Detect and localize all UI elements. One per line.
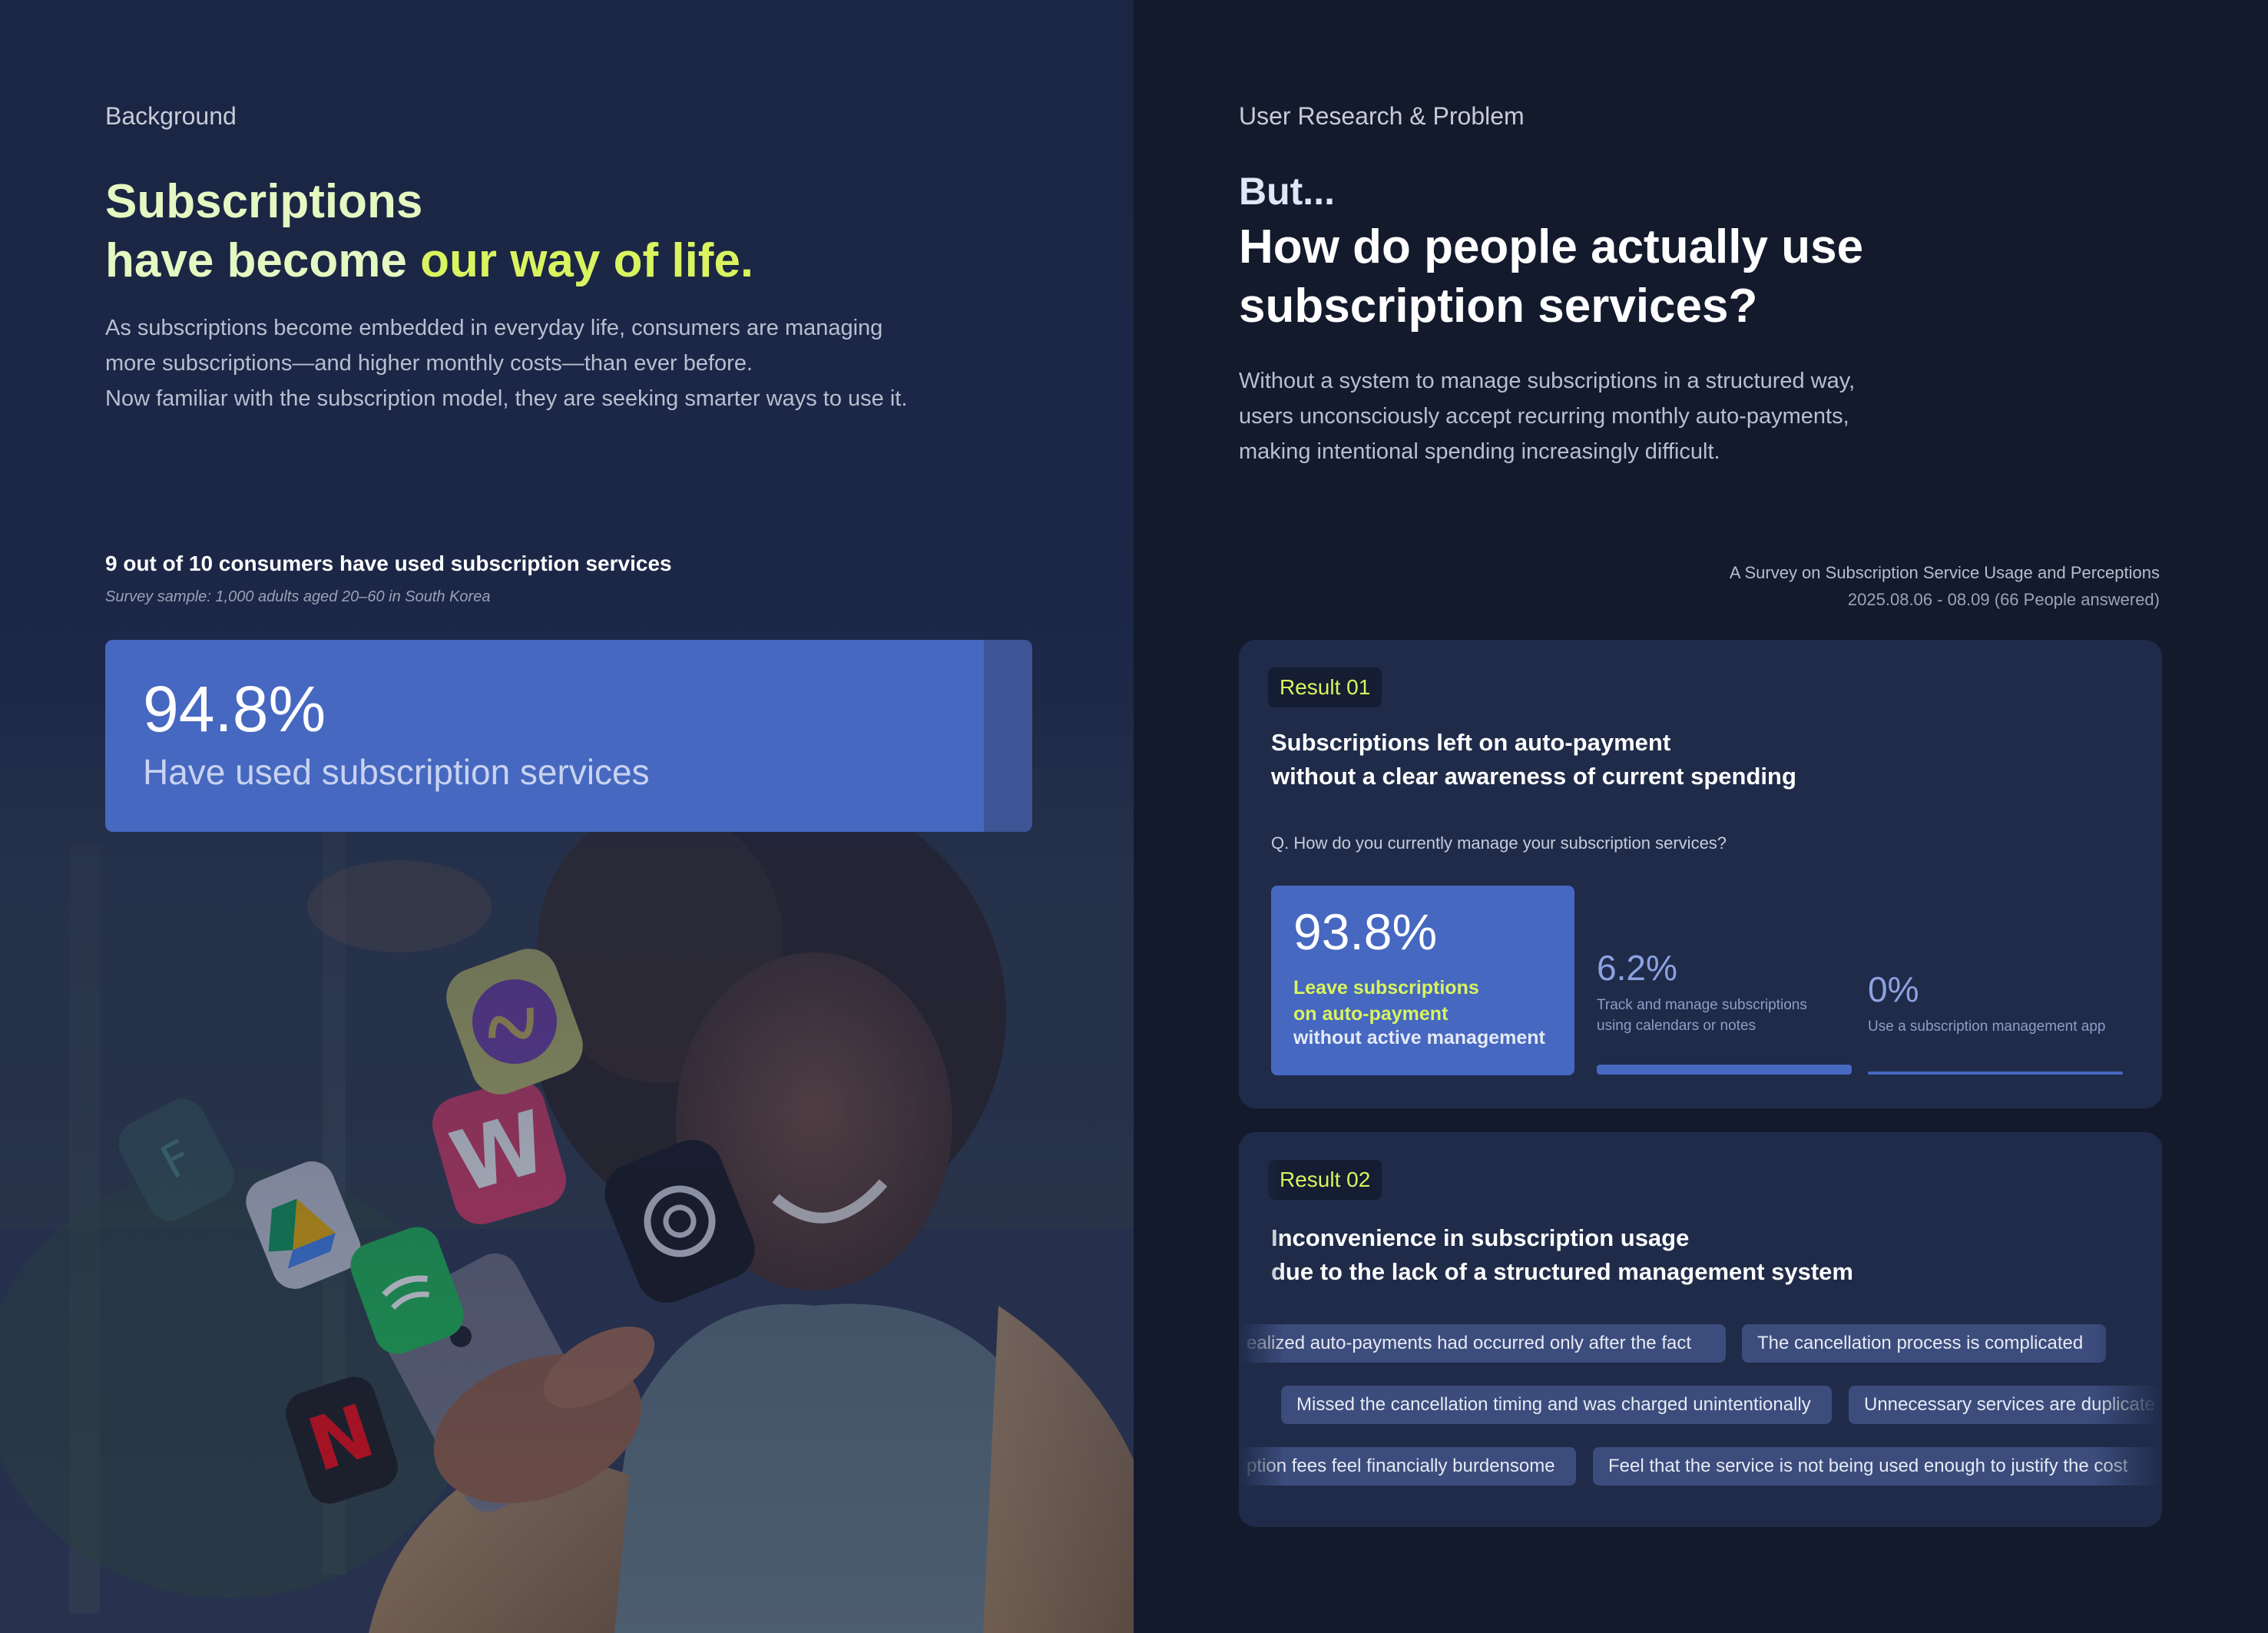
result-badge-02: Result 02	[1268, 1160, 1382, 1200]
research-paragraph: Without a system to manage subscriptions…	[1239, 363, 1855, 469]
hero-headline-accent: our way of life.	[420, 234, 754, 287]
background-paragraph-line2: more subscriptions—and higher monthly co…	[105, 351, 753, 376]
stat-progress-card: 94.8% Have used subscription services	[105, 640, 1032, 832]
survey-meta: 2025.08.06 - 08.09 (66 People answered)	[1847, 590, 2160, 609]
background-paragraph: As subscriptions become embedded in ever…	[105, 310, 907, 416]
survey-title: A Survey on Subscription Service Usage a…	[1729, 563, 2160, 582]
research-paragraph-line2: users unconsciously accept recurring mon…	[1239, 404, 1849, 429]
result-title-02-line2: due to the lack of a structured manageme…	[1271, 1258, 1853, 1285]
background-paragraph-line3: Now familiar with the subscription model…	[105, 386, 908, 411]
hero-headline-prefix: have become	[105, 234, 421, 287]
background-paragraph-line1: As subscriptions become embedded in ever…	[105, 316, 883, 340]
stat-value: 94.8%	[143, 673, 326, 745]
pain-point-chip: ption fees feel financially burdensome	[1239, 1447, 1576, 1486]
stat-label: Have used subscription services	[143, 752, 650, 792]
answer-2-desc-line2: using calendars or notes	[1597, 1018, 1756, 1034]
hero-headline-line2: have become our way of life.	[105, 231, 753, 290]
research-paragraph-line1: Without a system to manage subscriptions…	[1239, 369, 1856, 393]
result-badge-01: Result 01	[1268, 667, 1382, 707]
result-card-02: Result 02 Inconvenience in subscription …	[1239, 1132, 2162, 1527]
pain-point-chip: The cancellation process is complicated	[1742, 1324, 2106, 1363]
question-headline-line2: subscription services?	[1239, 280, 1758, 333]
section-label-research: User Research & Problem	[1239, 102, 1525, 130]
question-headline-line1: How do people actually use	[1239, 220, 1864, 273]
stat-note: Survey sample: 1,000 adults aged 20–60 i…	[105, 588, 491, 605]
stat-title: 9 out of 10 consumers have used subscrip…	[105, 552, 672, 575]
answer-option-main: 93.8% Leave subscriptions on auto-paymen…	[1271, 886, 1574, 1075]
question-lead: But...	[1239, 170, 1335, 213]
answer-main-highlight: Leave subscriptions on auto-payment	[1293, 975, 1479, 1027]
answer-option-3: 0% Use a subscription management app	[1868, 969, 2105, 1037]
question-headline: How do people actually use subscription …	[1239, 217, 1863, 336]
answer-2-desc: Track and manage subscriptions using cal…	[1597, 995, 1807, 1036]
result-title-02-line1: Inconvenience in subscription usage	[1271, 1224, 1690, 1251]
answer-main-value: 93.8%	[1293, 903, 1438, 960]
result-card-01: Result 01 Subscriptions left on auto-pay…	[1239, 640, 2162, 1108]
page: F N W	[0, 0, 2268, 1633]
pain-point-chip: Missed the cancellation timing and was c…	[1281, 1386, 1832, 1424]
answer-3-bar	[1868, 1072, 2123, 1075]
research-paragraph-line3: making intentional spending increasingly…	[1239, 439, 1720, 464]
result-title-01-line1: Subscriptions left on auto-payment	[1271, 729, 1671, 756]
answer-2-value: 6.2%	[1597, 948, 1677, 988]
section-label-background: Background	[105, 102, 237, 130]
answer-main-line1: Leave subscriptions	[1293, 977, 1479, 999]
result-title-01: Subscriptions left on auto-payment witho…	[1271, 726, 1796, 793]
pain-point-chip: Feel that the service is not being used …	[1593, 1447, 2162, 1486]
answer-main-line2: on auto-payment	[1293, 1003, 1449, 1025]
research-panel: User Research & Problem But... How do pe…	[1134, 0, 2268, 1633]
hero-headline: Subscriptions have become our way of lif…	[105, 172, 753, 290]
answer-2-bar	[1597, 1065, 1852, 1075]
pain-point-chip: ealized auto-payments had occurred only …	[1239, 1324, 1726, 1363]
pain-point-chip: Unnecessary services are duplicate	[1849, 1386, 2162, 1424]
answer-3-desc: Use a subscription management app	[1868, 1019, 2106, 1035]
answer-option-2: 6.2% Track and manage subscriptions usin…	[1597, 947, 1807, 1036]
survey-question: Q. How do you currently manage your subs…	[1271, 833, 1727, 853]
background-panel: F N W	[0, 0, 1134, 1633]
answer-main-line3: without active management	[1293, 1027, 1545, 1048]
answer-2-desc-line1: Track and manage subscriptions	[1597, 997, 1807, 1013]
hero-headline-line1: Subscriptions	[105, 175, 423, 228]
result-title-01-line2: without a clear awareness of current spe…	[1271, 763, 1796, 790]
survey-info: A Survey on Subscription Service Usage a…	[1730, 559, 2160, 613]
answer-3-value: 0%	[1868, 969, 1919, 1009]
result-title-02: Inconvenience in subscription usage due …	[1271, 1221, 1853, 1289]
